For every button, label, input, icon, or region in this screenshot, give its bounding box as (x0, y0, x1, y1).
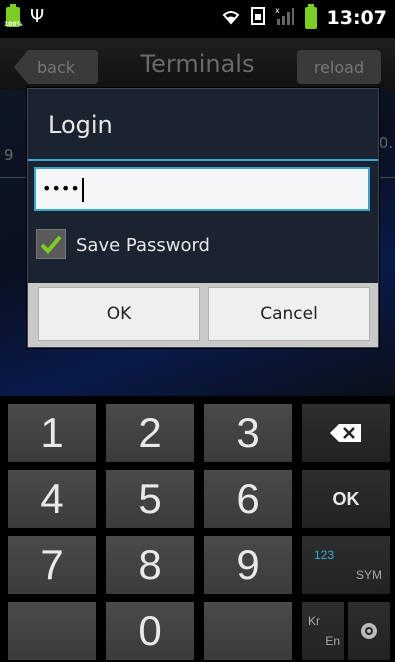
svg-text:x: x (275, 6, 280, 15)
title-divider (28, 159, 378, 161)
reload-button[interactable]: reload (297, 50, 381, 84)
key-5[interactable]: 5 (106, 470, 194, 528)
language-key-bottom: En (325, 634, 340, 648)
checkmark-icon (40, 235, 62, 254)
status-bar: 100% Ψ x 13:07 (0, 0, 395, 38)
save-password-checkbox[interactable] (36, 229, 66, 259)
key-7[interactable]: 7 (8, 536, 96, 594)
key-8[interactable]: 8 (106, 536, 194, 594)
password-value: •••• (42, 179, 80, 198)
sim-icon (250, 7, 265, 29)
text-caret (81, 177, 84, 202)
key-9[interactable]: 9 (204, 536, 292, 594)
settings-key[interactable] (348, 602, 390, 660)
sym-key[interactable]: 123 SYM (302, 536, 390, 594)
key-0[interactable]: 0 (106, 602, 194, 660)
backspace-key[interactable] (302, 404, 390, 462)
clock: 13:07 (326, 7, 387, 29)
numeric-keypad: 1 2 3 4 5 6 OK 7 8 9 123 SYM 0 Kr En (0, 396, 395, 662)
backspace-icon (330, 424, 361, 442)
sym-key-top: 123 (314, 548, 335, 562)
save-password-label: Save Password (76, 235, 210, 256)
battery-small-icon: 100% (4, 3, 23, 28)
cancel-button[interactable]: Cancel (208, 287, 370, 341)
battery-small-label: 100% (4, 20, 23, 28)
dialog-title: Login (48, 111, 113, 139)
battery-icon (304, 4, 317, 29)
key-6[interactable]: 6 (204, 470, 292, 528)
blank-key-left[interactable] (8, 602, 96, 660)
password-input[interactable]: •••• (34, 167, 370, 211)
background-right-text: 0. (378, 134, 393, 152)
key-2[interactable]: 2 (106, 404, 194, 462)
key-3[interactable]: 3 (204, 404, 292, 462)
sym-key-bottom: SYM (355, 568, 382, 582)
usb-icon: Ψ (30, 6, 45, 27)
signal-icon: x (275, 6, 295, 30)
login-dialog: Login •••• Save Password OK Cancel (27, 88, 379, 348)
gear-icon (361, 623, 377, 639)
key-1[interactable]: 1 (8, 404, 96, 462)
app-bar: back Terminals reload (0, 38, 395, 90)
background-left-text: 9 (4, 146, 14, 164)
blank-key-right[interactable] (204, 602, 292, 660)
ok-button[interactable]: OK (38, 287, 200, 341)
keypad-ok-key[interactable]: OK (302, 470, 390, 528)
dialog-button-row: OK Cancel (28, 283, 378, 347)
key-4[interactable]: 4 (8, 470, 96, 528)
language-key-top: Kr (308, 614, 320, 628)
language-key[interactable]: Kr En (302, 602, 344, 660)
wifi-icon (221, 7, 241, 29)
